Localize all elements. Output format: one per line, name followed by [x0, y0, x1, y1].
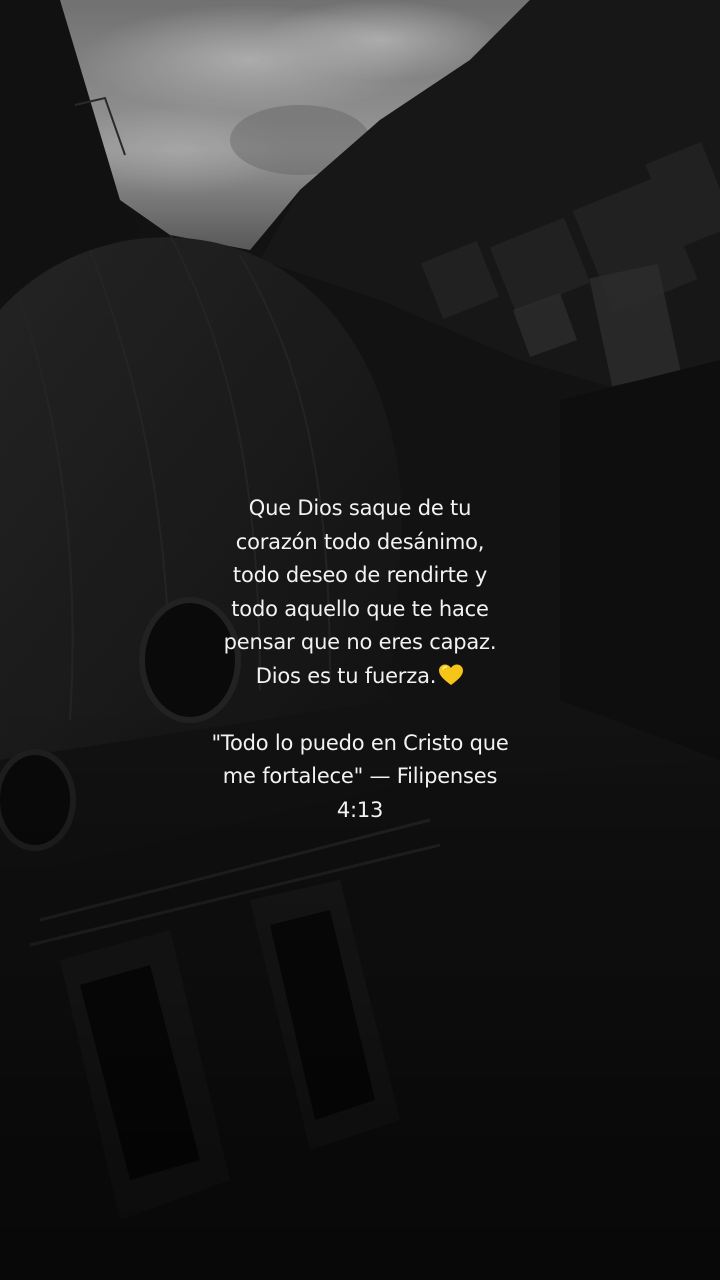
quote-line: corazón todo desánimo, — [235, 529, 485, 554]
quote-closing-text: Dios es tu fuerza. — [255, 663, 437, 688]
verse-line: me fortalece" — Filipenses — [222, 764, 498, 788]
verse-line: 4:13 — [336, 797, 384, 822]
quote-closing-line: Dios es tu fuerza. — [150, 660, 570, 694]
quote-line: todo deseo de rendirte y — [232, 563, 488, 587]
verse-line: "Todo lo puedo en Cristo que — [211, 730, 509, 755]
quote-line: todo aquello que te hace — [231, 596, 489, 621]
quote-line: pensar que no eres capaz. — [223, 630, 497, 654]
yellow-heart-icon — [439, 664, 464, 685]
quote-text-block: Que Dios saque de tu corazón todo desáni… — [150, 492, 570, 827]
story-screen[interactable]: Que Dios saque de tu corazón todo desáni… — [0, 0, 720, 1280]
quote-line: Que Dios saque de tu — [248, 496, 472, 520]
